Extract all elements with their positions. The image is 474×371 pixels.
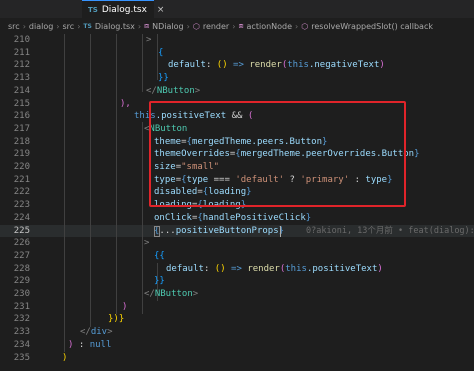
breadcrumb-item-src-inner[interactable]: src bbox=[63, 22, 75, 31]
code-line: }} bbox=[154, 276, 165, 287]
line-number-active: 225 bbox=[13, 225, 30, 236]
code-line: {{ bbox=[154, 250, 165, 261]
line-number: 216 bbox=[13, 111, 30, 122]
chevron-right-icon: › bbox=[22, 21, 26, 31]
bracket-match bbox=[154, 225, 160, 237]
code-line: </NButton> bbox=[146, 85, 201, 96]
typescript-file-icon: TS bbox=[88, 5, 98, 14]
line-number: 219 bbox=[13, 149, 30, 160]
breadcrumb-item-file[interactable]: Dialog.tsx bbox=[95, 22, 135, 31]
code-line: onClick={handlePositiveClick} bbox=[154, 212, 312, 223]
breadcrumb-item-callback[interactable]: resolveWrappedSlot() callback bbox=[311, 22, 433, 31]
line-number: 210 bbox=[13, 35, 30, 45]
line-number: 229 bbox=[13, 276, 30, 287]
code-line: ) : null bbox=[68, 339, 112, 350]
line-number: 228 bbox=[13, 263, 30, 274]
tab-bar: TS Dialog.tsx × bbox=[0, 0, 474, 18]
code-line: </div> bbox=[80, 327, 113, 338]
code-line: default: () => render(this.positiveText) bbox=[166, 263, 383, 274]
code-line: > bbox=[144, 238, 150, 249]
code-line: > bbox=[146, 35, 152, 45]
breadcrumb-item-src[interactable]: src bbox=[8, 22, 20, 31]
breadcrumb-item-ndialog[interactable]: NDialog bbox=[152, 22, 183, 31]
code-line: default: () => render(this.negativeText) bbox=[168, 60, 385, 71]
line-number: 226 bbox=[13, 238, 30, 249]
code-line: ) bbox=[62, 352, 68, 363]
line-number: 212 bbox=[13, 60, 30, 71]
line-number: 230 bbox=[13, 289, 30, 299]
variable-icon: ⧈ bbox=[238, 21, 244, 30]
line-number: 227 bbox=[13, 250, 30, 261]
text-cursor bbox=[280, 225, 281, 237]
chevron-right-icon: › bbox=[56, 21, 60, 31]
code-line: { bbox=[158, 47, 164, 58]
line-number: 223 bbox=[13, 200, 30, 211]
line-number: 224 bbox=[13, 212, 30, 223]
breadcrumb-item-dialog[interactable]: dialog bbox=[29, 22, 53, 31]
line-number: 220 bbox=[13, 162, 30, 172]
line-number: 213 bbox=[13, 73, 30, 84]
line-number: 231 bbox=[13, 301, 30, 312]
line-number: 214 bbox=[13, 85, 30, 96]
line-number: 235 bbox=[13, 352, 30, 363]
code-line: })} bbox=[108, 314, 125, 325]
code-line: }} bbox=[158, 73, 169, 84]
method-icon: ⬡ bbox=[192, 21, 200, 31]
chevron-right-icon: › bbox=[295, 21, 299, 31]
chevron-right-icon: › bbox=[232, 21, 236, 31]
line-number: 211 bbox=[13, 47, 30, 58]
tab-dialog-tsx[interactable]: TS Dialog.tsx × bbox=[82, 0, 164, 18]
breadcrumb: src › dialog › src › TS Dialog.tsx › ⧈ N… bbox=[0, 18, 474, 34]
tab-label: Dialog.tsx bbox=[101, 4, 147, 15]
code-line: </NButton> bbox=[144, 289, 199, 299]
line-number: 233 bbox=[13, 327, 30, 338]
line-number: 215 bbox=[13, 98, 30, 109]
code-line: ), bbox=[120, 98, 131, 109]
line-number: 234 bbox=[13, 339, 30, 350]
chevron-right-icon: › bbox=[77, 21, 81, 31]
breadcrumb-item-actionnode[interactable]: actionNode bbox=[247, 22, 293, 31]
line-number: 232 bbox=[13, 314, 30, 325]
line-number: 221 bbox=[13, 174, 30, 185]
chevron-right-icon: › bbox=[137, 21, 142, 31]
line-number: 222 bbox=[13, 187, 30, 198]
chevron-right-icon: › bbox=[186, 21, 190, 31]
close-icon[interactable]: × bbox=[157, 5, 165, 15]
function-icon: ⬡ bbox=[301, 21, 309, 31]
line-number-gutter: 210 211 212 213 214 215 216 217 218 219 … bbox=[0, 34, 34, 371]
git-blame-annotation: 0?akioni, 13个月前 • feat(dialog): bbox=[306, 225, 474, 236]
code-line-active: {...positiveButtonProps} bbox=[154, 225, 285, 236]
symbol-icon: ⧈ bbox=[144, 21, 150, 30]
typescript-file-icon: TS bbox=[83, 22, 92, 30]
highlight-annotation-box bbox=[149, 101, 406, 207]
breadcrumb-item-render[interactable]: render bbox=[203, 22, 229, 31]
line-number: 217 bbox=[13, 123, 30, 134]
code-line: ) bbox=[122, 301, 128, 312]
line-number: 218 bbox=[13, 136, 30, 147]
